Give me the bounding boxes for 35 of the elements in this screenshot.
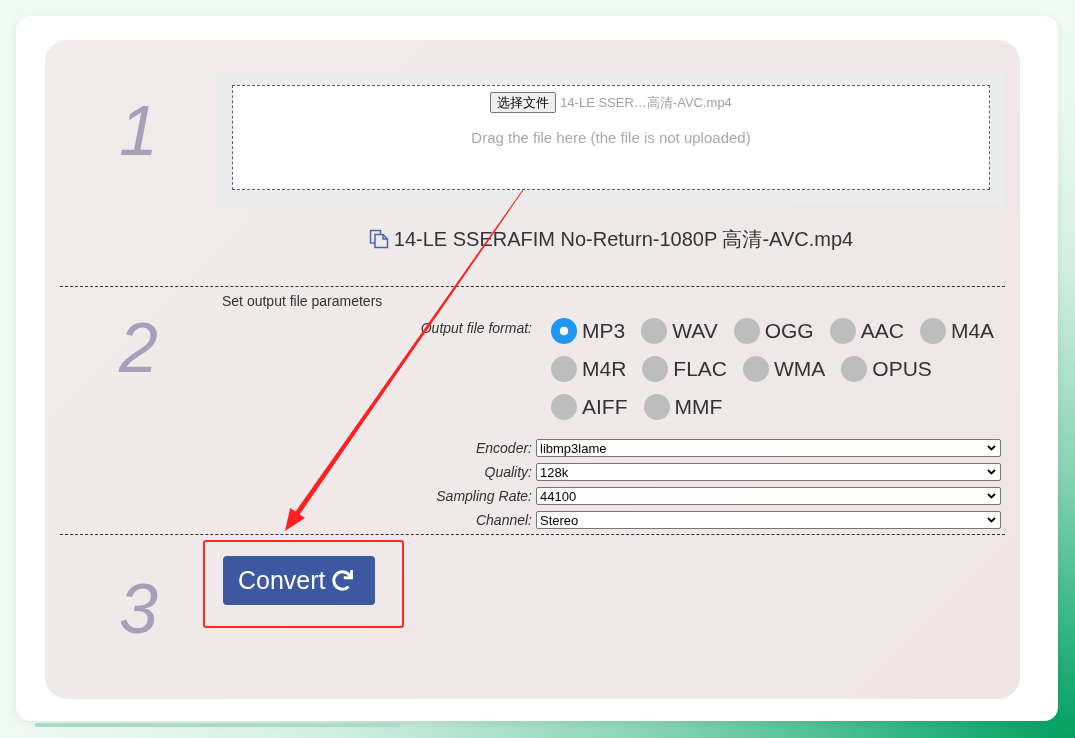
format-option[interactable]: OPUS (841, 356, 932, 382)
setting-label: Channel: (475, 512, 532, 528)
chevron-down-icon (987, 493, 996, 499)
format-option[interactable]: MP3 (551, 318, 626, 344)
section-heading: Set output file parameters (222, 293, 383, 309)
setting-label: Encoder: (475, 440, 532, 456)
format-option[interactable]: OGG (733, 318, 814, 344)
format-option[interactable]: AAC (829, 318, 904, 344)
chevron-down-icon (987, 517, 996, 523)
step-number: 1 (119, 96, 158, 166)
format-option[interactable]: M4R (551, 356, 627, 382)
format-option[interactable]: M4A (919, 318, 995, 344)
chosen-file-name: 14-LE SSER…高清-AVC.mp4 (560, 93, 732, 112)
setting-label: Sampling Rate: (436, 488, 532, 504)
chevron-down-icon (987, 445, 996, 451)
step-number: 3 (119, 574, 158, 644)
convert-button[interactable]: Convert (223, 556, 375, 605)
choose-file-button[interactable]: 选择文件 (490, 92, 557, 113)
drop-hint: Drag the file here (the file is not uploaded) (471, 129, 751, 146)
dropdown[interactable]: Stereo (536, 511, 1001, 529)
drop-zone[interactable]: 选择文件 14-LE SSER…高清-AVC.mp4 Drag the file here (the file is not uploaded) (232, 85, 990, 190)
format-option[interactable]: FLAC (642, 356, 728, 382)
setting-label: Quality: (484, 464, 532, 480)
format-option[interactable]: AIFF (551, 394, 628, 420)
chevron-down-icon (987, 469, 996, 475)
dropdown[interactable]: 44100 (536, 487, 1001, 505)
step-number: 2 (119, 313, 158, 383)
format-option[interactable]: WMA (743, 356, 826, 382)
refresh-icon (331, 570, 353, 591)
format-option[interactable]: MMF (643, 394, 723, 420)
dropdown[interactable]: 128k (536, 463, 1001, 481)
dropdown[interactable]: libmp3lame (536, 439, 1001, 457)
copy-icon (368, 229, 389, 249)
scrollbar-thumb[interactable] (35, 723, 400, 727)
format-option[interactable]: WAV (641, 318, 718, 344)
